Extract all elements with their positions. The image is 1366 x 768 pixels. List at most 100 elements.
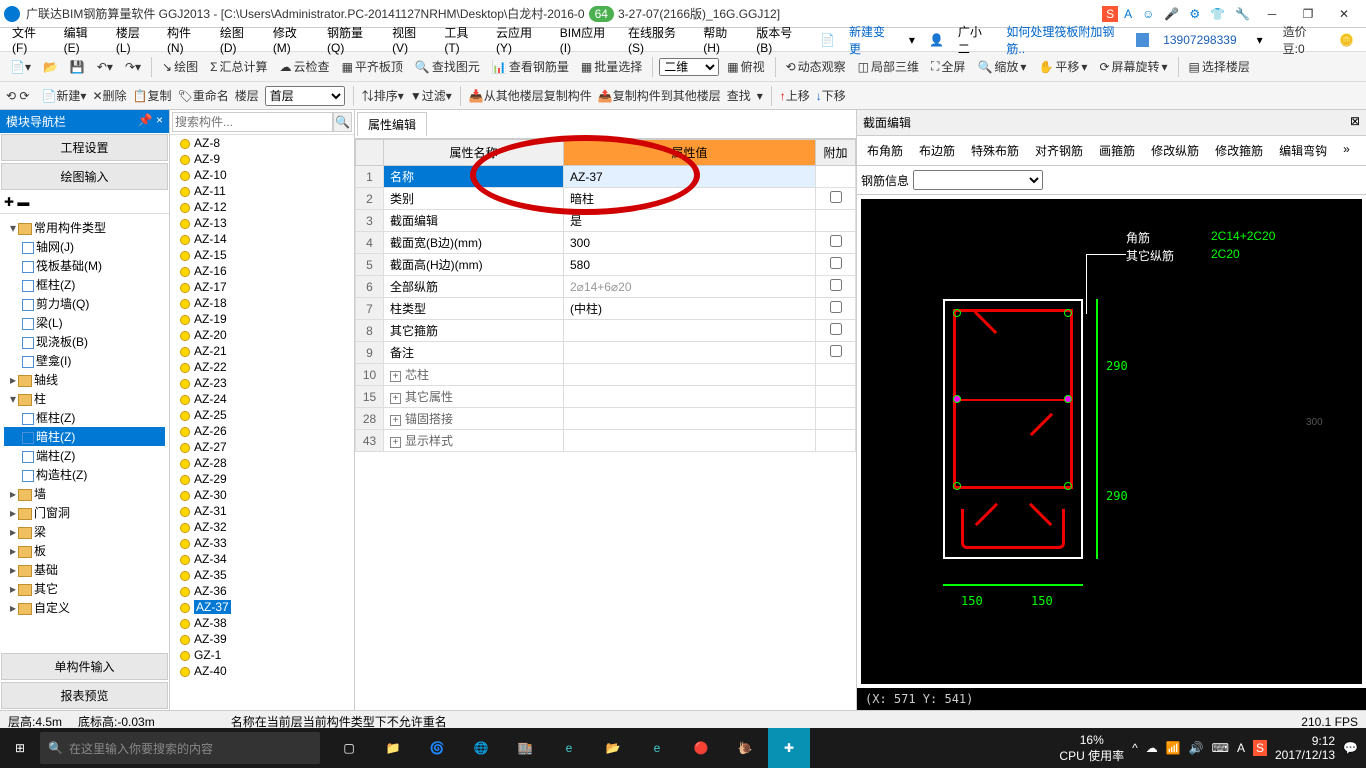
ie-icon[interactable]: e (636, 728, 678, 768)
tree-item[interactable]: 轴网(J) (4, 237, 165, 256)
tree-item[interactable]: ▸门窗洞 (4, 503, 165, 522)
list-item[interactable]: AZ-27 (170, 439, 354, 455)
menu-online[interactable]: 在线服务(S) (622, 22, 695, 57)
list-item[interactable]: AZ-10 (170, 167, 354, 183)
single-input-tab[interactable]: 单构件输入 (1, 653, 168, 680)
list-item[interactable]: AZ-20 (170, 327, 354, 343)
section-close-icon[interactable]: ⊠ (1350, 114, 1360, 131)
menu-bim[interactable]: BIM应用(I) (554, 22, 620, 57)
taskbar-search[interactable]: 🔍 在这里输入你要搜索的内容 (40, 732, 320, 764)
tree-item[interactable]: ▸基础 (4, 560, 165, 579)
pan[interactable]: ✋平移▾ (1034, 56, 1091, 77)
list-item[interactable]: AZ-36 (170, 583, 354, 599)
tree-item[interactable]: 筏板基础(M) (4, 256, 165, 275)
edge2-icon[interactable]: e (548, 728, 590, 768)
list-item[interactable]: AZ-31 (170, 503, 354, 519)
view-rebar[interactable]: 📊查看钢筋量 (488, 56, 573, 77)
store-icon[interactable]: 🏬 (504, 728, 546, 768)
list-item[interactable]: GZ-1 (170, 647, 354, 663)
rotate[interactable]: ⟳屏幕旋转▾ (1095, 56, 1171, 77)
zoom[interactable]: 🔍缩放▾ (973, 56, 1030, 77)
list-item[interactable]: AZ-32 (170, 519, 354, 535)
move-up[interactable]: ↑上移 (780, 87, 810, 104)
property-row[interactable]: 2类别暗柱 (356, 188, 856, 210)
tree-item[interactable]: ▸其它 (4, 579, 165, 598)
list-item[interactable]: AZ-35 (170, 567, 354, 583)
select-floor[interactable]: ▤选择楼层 (1185, 56, 1254, 77)
tray-lang-icon[interactable]: A (1237, 741, 1245, 755)
menu-tool[interactable]: 工具(T) (438, 22, 488, 57)
align-top[interactable]: ▦平齐板顶 (338, 56, 407, 77)
list-item[interactable]: AZ-40 (170, 663, 354, 679)
cloud-check[interactable]: ☁云检查 (276, 56, 334, 77)
tray-ime-icon[interactable]: S (1253, 740, 1267, 756)
list-item[interactable]: AZ-39 (170, 631, 354, 647)
list-item[interactable]: AZ-15 (170, 247, 354, 263)
list-item[interactable]: AZ-13 (170, 215, 354, 231)
search-icon[interactable]: 🔍 (333, 112, 352, 132)
folder-icon[interactable]: 📁 (372, 728, 414, 768)
list-item[interactable]: AZ-26 (170, 423, 354, 439)
pin-icon[interactable]: 📌 × (138, 113, 163, 130)
tab-edge[interactable]: 布边筋 (913, 140, 961, 161)
list-item[interactable]: AZ-30 (170, 487, 354, 503)
tree-item[interactable]: 框柱(Z) (4, 408, 165, 427)
tree-item[interactable]: 剪力墙(Q) (4, 294, 165, 313)
list-item[interactable]: AZ-11 (170, 183, 354, 199)
tree-item[interactable]: ▸板 (4, 541, 165, 560)
report-preview-tab[interactable]: 报表预览 (1, 682, 168, 709)
copy-btn[interactable]: 📋复制 (133, 87, 172, 104)
tab-modstir[interactable]: 修改箍筋 (1209, 140, 1269, 161)
new-btn[interactable]: 📄新建▾ (41, 87, 86, 104)
plus-icon[interactable]: ✚ (4, 195, 14, 209)
user-id[interactable]: 13907298339 (1157, 31, 1242, 49)
line-icon[interactable]: ▬ (17, 195, 29, 209)
list-item[interactable]: AZ-25 (170, 407, 354, 423)
menu-file[interactable]: 文件(F) (6, 22, 56, 57)
tree-item[interactable]: 壁龛(I) (4, 351, 165, 370)
filter-btn[interactable]: ▼过滤▾ (410, 87, 452, 104)
list-item[interactable]: AZ-17 (170, 279, 354, 295)
local-3d[interactable]: ◫局部三维 (854, 56, 923, 77)
list-item[interactable]: AZ-9 (170, 151, 354, 167)
list-item[interactable]: AZ-16 (170, 263, 354, 279)
menu-version[interactable]: 版本号(B) (750, 22, 812, 57)
list-item[interactable]: AZ-8 (170, 135, 354, 151)
move-down[interactable]: ↓下移 (816, 87, 846, 104)
open-icon[interactable]: 📂 (39, 58, 62, 76)
tab-special[interactable]: 特殊布筋 (965, 140, 1025, 161)
list-item[interactable]: AZ-23 (170, 375, 354, 391)
property-row[interactable]: 8其它箍筋 (356, 320, 856, 342)
property-grid[interactable]: 属性名称属性值附加 1名称AZ-372类别暗柱3截面编辑是4截面宽(B边)(mm… (355, 139, 856, 710)
new-file-icon[interactable]: 📄▾ (6, 58, 35, 76)
section-canvas[interactable]: 290 290 150 150 角筋 其它纵筋 2C14+2C20 2C20 3… (861, 199, 1362, 684)
tree-item[interactable]: ▸轴线 (4, 370, 165, 389)
copy-to-floor[interactable]: 📤复制构件到其他楼层 (598, 87, 721, 104)
menu-view[interactable]: 视图(V) (386, 22, 436, 57)
tab-stirrup[interactable]: 画箍筋 (1093, 140, 1141, 161)
view-2d-select[interactable]: 二维 (659, 58, 719, 76)
menu-edit[interactable]: 编辑(E) (58, 22, 108, 57)
draw-button[interactable]: ↘绘图 (158, 56, 202, 77)
property-row[interactable]: 28+锚固搭接 (356, 408, 856, 430)
tree-item[interactable]: 梁(L) (4, 313, 165, 332)
tray-keyboard-icon[interactable]: ⌨ (1212, 741, 1229, 755)
tree-item[interactable]: 框柱(Z) (4, 275, 165, 294)
tree-item[interactable]: 端柱(Z) (4, 446, 165, 465)
tray-net-icon[interactable]: 📶 (1166, 741, 1181, 755)
delete-btn[interactable]: ✕删除 (92, 87, 126, 104)
batch-select[interactable]: ▦批量选择 (577, 56, 646, 77)
menu-component[interactable]: 构件(N) (161, 22, 212, 57)
list-item[interactable]: AZ-24 (170, 391, 354, 407)
tray-vol-icon[interactable]: 🔊 (1189, 741, 1204, 755)
tree-item[interactable]: 构造柱(Z) (4, 465, 165, 484)
find-elem[interactable]: 🔍查找图元 (411, 56, 484, 77)
list-item[interactable]: AZ-33 (170, 535, 354, 551)
copy-from-floor[interactable]: 📥从其他楼层复制构件 (469, 87, 592, 104)
redo-icon[interactable]: ↷▾ (121, 58, 145, 76)
list-item[interactable]: AZ-22 (170, 359, 354, 375)
property-row[interactable]: 6全部纵筋2⌀14+6⌀20 (356, 276, 856, 298)
help-link[interactable]: 如何处理筏板附加钢筋.. (1000, 21, 1133, 59)
dynamic-view[interactable]: ⟲动态观察 (782, 56, 850, 77)
menu-modify[interactable]: 修改(M) (267, 22, 319, 57)
